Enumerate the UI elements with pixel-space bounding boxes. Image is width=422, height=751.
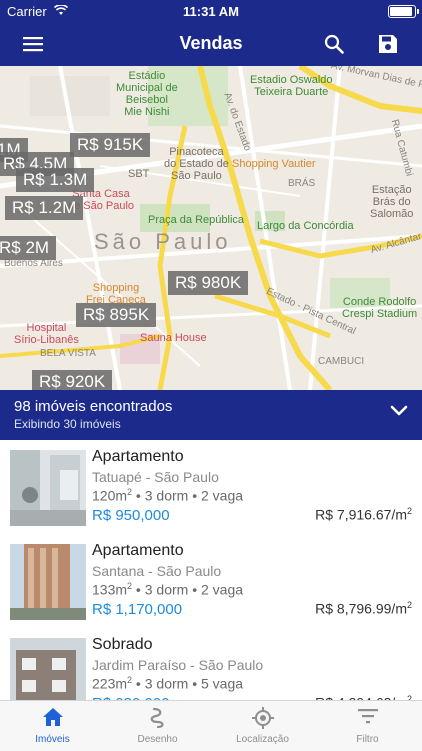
price-pin[interactable]: R$ 2M (0, 236, 57, 260)
listing-type: Apartamento (92, 448, 184, 465)
tab-desenho[interactable]: Desenho (105, 701, 210, 751)
draw-icon (105, 707, 210, 731)
tab-localizacao[interactable]: Localização (210, 701, 315, 751)
price-pin[interactable]: R$ 915K (70, 133, 151, 157)
battery-tip (417, 9, 419, 14)
tab-label: Filtro (356, 734, 379, 745)
price-pin[interactable]: R$ 1.2M (5, 196, 84, 220)
tab-label: Desenho (137, 734, 178, 745)
tab-bar: Imóveis Desenho Localização Filtro (0, 700, 422, 751)
listing-location: Tatuapé - São Paulo (92, 469, 219, 485)
map-view[interactable]: Estádio Municipal de Beisebol Mie Nishi … (0, 66, 422, 390)
listing-item[interactable]: Apartamento Santana - São Paulo 133m2 • … (0, 534, 422, 629)
listing-photo (10, 544, 86, 620)
map-label-shopping-vautier: Shopping Vautier (232, 158, 316, 170)
map-label-praca: Praça da República (148, 214, 245, 226)
location-target-icon (210, 707, 315, 731)
battery-icon (388, 5, 416, 18)
page-title: Vendas (179, 33, 243, 53)
map-label-estadio-oswaldo: Estadio Oswaldo Teixeira Duarte (250, 74, 333, 98)
tab-imoveis[interactable]: Imóveis (0, 701, 105, 751)
price-pin[interactable]: R$ 895K (76, 303, 157, 327)
listing-specs: 223m2 • 3 dorm • 5 vaga (92, 675, 244, 692)
listing-specs: 133m2 • 3 dorm • 2 vaga (92, 581, 244, 598)
map-label-bela-vista: BELA VISTA (40, 348, 96, 359)
results-summary-bar[interactable]: 98 imóveis encontrados Exibindo 30 imóve… (0, 390, 422, 440)
home-icon (0, 707, 105, 731)
save-icon[interactable] (372, 28, 404, 60)
filter-icon (315, 707, 420, 731)
listing-specs: 120m2 • 3 dorm • 2 vaga (92, 487, 244, 504)
map-label-estacao: Estação Brás do Salomão (370, 184, 414, 220)
clock: 11:31 AM (183, 4, 239, 19)
listing-location: Santana - São Paulo (92, 563, 222, 579)
map-label-city: São Paulo (94, 229, 232, 254)
tab-label: Localização (236, 734, 289, 745)
status-bar: Carrier 11:31 AM (0, 0, 422, 22)
results-count: 98 imóveis encontrados (14, 398, 173, 415)
listing-price: R$ 1,170,000 (92, 601, 183, 618)
listing-location: Jardim Paraíso - São Paulo (92, 657, 264, 673)
results-showing: Exibindo 30 imóveis (14, 417, 121, 431)
map-label-bras: BRÁS (288, 178, 316, 189)
listing-type: Apartamento (92, 542, 184, 559)
map-label-sauna: Sauna House (140, 332, 207, 344)
map-label-largo: Largo da Concórdia (257, 220, 354, 232)
tab-label: Imóveis (35, 734, 70, 745)
listing-photo (10, 450, 86, 526)
map-label-cambuci: CAMBUCI (318, 356, 365, 367)
listing-price-per-m2: R$ 7,916.67/m2 (315, 506, 412, 523)
map-label-sbt: SBT (128, 168, 150, 180)
map-label-pinacoteca: Pinacoteca do Estado de São Paulo (164, 146, 229, 182)
nav-bar: Vendas (0, 22, 422, 66)
listing-type: Sobrado (92, 636, 153, 653)
price-pin[interactable]: R$ 980K (168, 271, 249, 295)
listing-price: R$ 950,000 (92, 507, 170, 524)
tab-filtro[interactable]: Filtro (315, 701, 420, 751)
map-label-estadio-mie: Estádio Municipal de Beisebol Mie Nishi (116, 70, 178, 118)
search-icon[interactable] (318, 28, 350, 60)
price-pin[interactable]: R$ 920K (32, 370, 113, 390)
map-label-hospital: Hospital Sírio-Libanês (14, 322, 79, 346)
chevron-down-icon[interactable] (390, 405, 408, 417)
listing-price-per-m2: R$ 8,796.99/m2 (315, 600, 412, 617)
map-label-conde: Conde Rodolfo Crespi Stadium (342, 296, 418, 320)
price-pin[interactable]: R$ 1.3M (16, 168, 95, 192)
listing-item[interactable]: Apartamento Tatuapé - São Paulo 120m2 • … (0, 440, 422, 535)
